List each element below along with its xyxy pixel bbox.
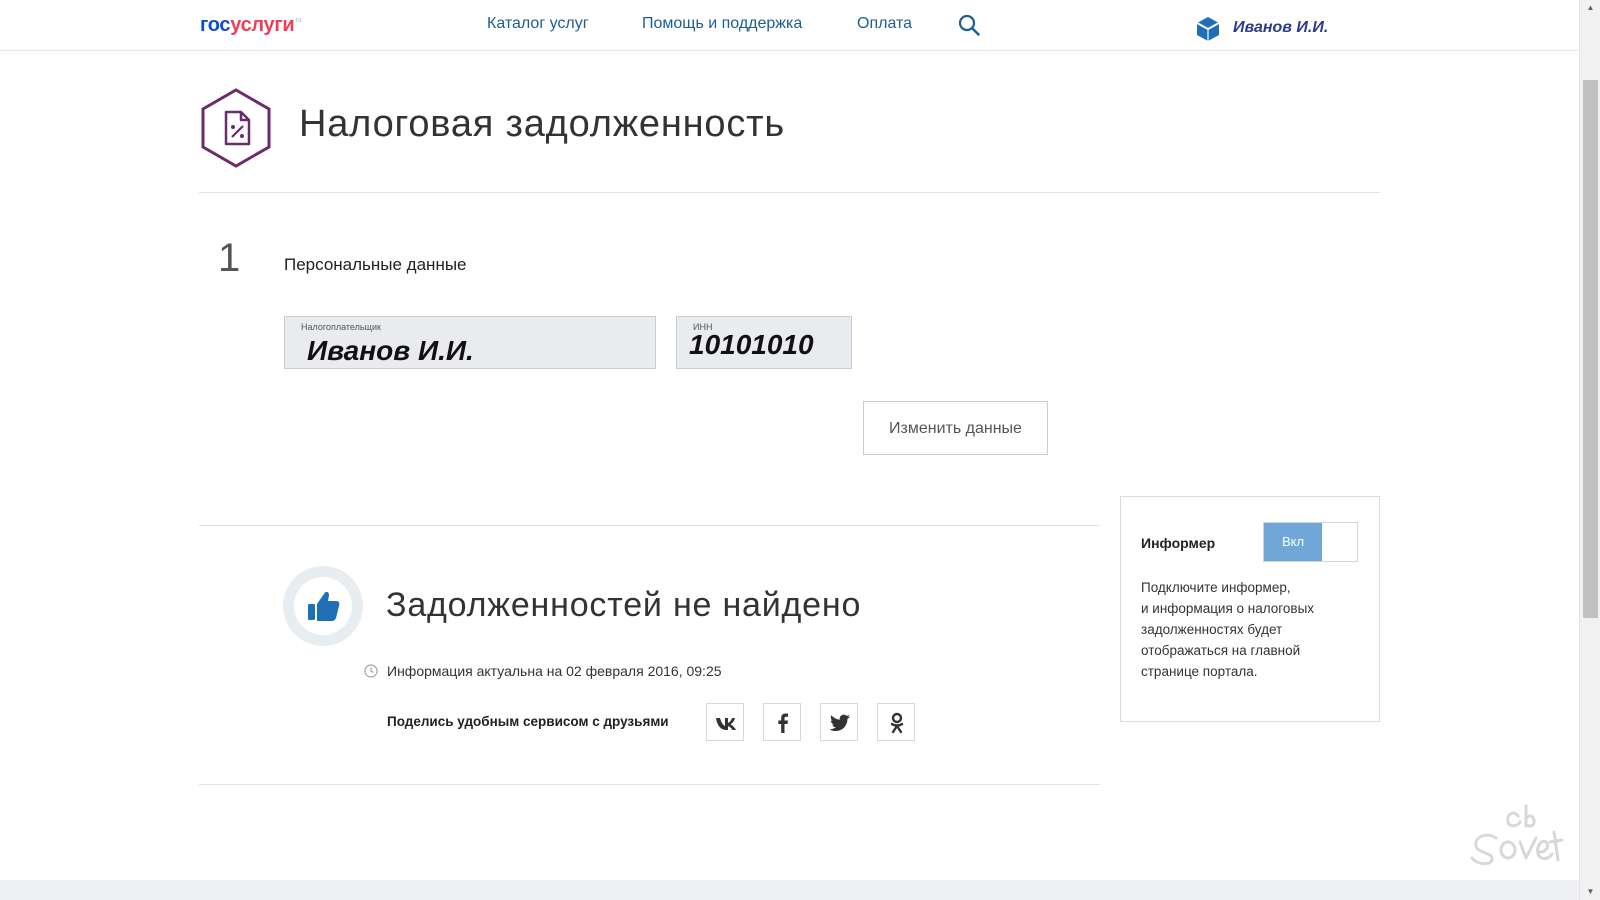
search-icon[interactable] [958, 14, 980, 36]
twitter-icon [829, 714, 850, 731]
informer-text-line: Подключите информер, [1141, 580, 1291, 595]
facebook-icon [778, 713, 789, 733]
scroll-up-icon[interactable]: ▲ [1580, 0, 1600, 16]
nav-help[interactable]: Помощь и поддержка [642, 15, 802, 33]
scroll-down-icon[interactable]: ▼ [1580, 884, 1600, 900]
footer-strip [0, 880, 1579, 900]
section-title: Персональные данные [284, 255, 467, 274]
taxpayer-label: Налогоплательщик [301, 322, 381, 332]
result-divider-top [199, 525, 1100, 526]
informer-card: Информер Вкл Подключите информер, и инфо… [1120, 496, 1380, 722]
logo-gos-text: гос [200, 14, 231, 36]
logo-uslugi-text: услуги [230, 14, 295, 36]
watermark-logo [1470, 804, 1564, 866]
like-badge [283, 566, 363, 646]
page-scrollbar[interactable]: ▲ ▼ [1579, 0, 1600, 900]
share-label: Поделись удобным сервисом с друзьями [387, 714, 669, 729]
informer-label: Информер [1141, 535, 1216, 551]
informer-toggle[interactable]: Вкл [1263, 522, 1358, 562]
share-facebook-button[interactable] [763, 703, 801, 741]
result-title: Задолженностей не найдено [386, 586, 862, 624]
gosuslugi-logo[interactable]: госуслугиru [200, 14, 301, 37]
nav-payment[interactable]: Оплата [857, 15, 912, 33]
toggle-on-label: Вкл [1264, 523, 1322, 561]
share-twitter-button[interactable] [820, 703, 858, 741]
share-vk-button[interactable] [706, 703, 744, 741]
clock-icon [364, 664, 378, 678]
step-number: 1 [218, 236, 241, 280]
user-name: Иванов И.И. [1233, 19, 1329, 36]
page-title: Налоговая задолженность [299, 103, 785, 145]
informer-text-line: задолженностях будет [1141, 622, 1283, 637]
informer-text-line: и информация о налоговых [1141, 601, 1315, 616]
taxpayer-field[interactable]: Налогоплательщик Иванов И.И. [284, 316, 656, 369]
title-divider [199, 192, 1380, 193]
inn-value: 10101010 [689, 329, 814, 360]
logo-ru-mark: ru [295, 17, 302, 24]
thumbs-up-icon [308, 591, 340, 621]
tax-document-icon [201, 88, 271, 168]
top-header: госуслугиru Каталог услуг Помощь и подде… [0, 0, 1579, 51]
vk-icon [716, 718, 736, 730]
nav-catalog[interactable]: Каталог услуг [487, 15, 589, 33]
user-avatar-icon [1196, 17, 1220, 41]
result-divider-bottom [199, 784, 1100, 785]
share-odnoklassniki-button[interactable] [877, 703, 915, 741]
inn-field[interactable]: ИНН 10101010 [676, 316, 852, 369]
informer-description: Подключите информер, и информация о нало… [1141, 577, 1361, 682]
scroll-thumb[interactable] [1583, 80, 1598, 618]
taxpayer-value: Иванов И.И. [307, 335, 474, 366]
info-timestamp: Информация актуальна на 02 февраля 2016,… [387, 663, 722, 679]
informer-text-line: отображаться на главной [1141, 643, 1301, 658]
change-data-button[interactable]: Изменить данные [863, 401, 1048, 455]
odnoklassniki-icon [890, 712, 904, 734]
informer-text-line: странице портала. [1141, 664, 1258, 679]
